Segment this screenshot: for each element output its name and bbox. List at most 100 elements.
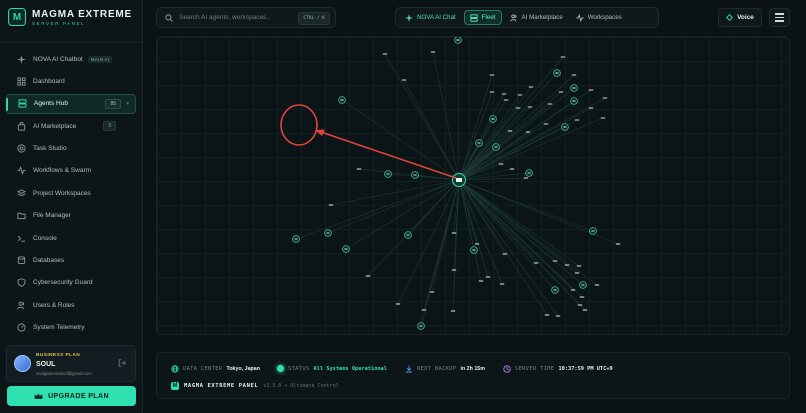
tab-label: AI Marketplace [521, 14, 563, 21]
agent-node[interactable] [551, 286, 559, 294]
agent-node[interactable] [570, 97, 578, 105]
network-edge [341, 99, 460, 181]
time-key: SERVER TIME [515, 366, 555, 372]
agent-node[interactable] [342, 245, 350, 253]
tab-workspaces[interactable]: Workspaces [571, 10, 627, 25]
upgrade-plan-button[interactable]: UPGRADE PLAN [7, 386, 136, 406]
sidebar-item-dashboard[interactable]: Dashboard [6, 71, 136, 91]
search-shortcut: CTRL / K [298, 12, 330, 25]
agent-node[interactable] [561, 123, 569, 131]
search-input[interactable] [179, 14, 297, 21]
status-dot-icon [277, 365, 284, 372]
sidebar-item-databases[interactable]: Databases [6, 251, 136, 271]
agent-node[interactable] [570, 84, 578, 92]
footer-name: MAGMA EXTREME PANEL [184, 383, 259, 389]
sidebar-item-agents-hub[interactable]: Agents Hub 85 ▾ [6, 93, 136, 114]
agent-node[interactable] [579, 281, 587, 289]
brand[interactable]: M MAGMA EXTREME SERVER PANEL [8, 8, 132, 26]
agent-node[interactable] [292, 235, 300, 243]
network-edge [403, 79, 460, 181]
agent-node[interactable] [553, 69, 561, 77]
terminal-icon [17, 234, 26, 243]
sidebar-item-users-roles[interactable]: Users & Roles [6, 295, 136, 315]
database-icon [17, 256, 26, 265]
search-bar[interactable]: CTRL / K [156, 7, 336, 28]
sidebar-item-label: AI Marketplace [33, 122, 77, 130]
menu-icon[interactable] [769, 8, 790, 27]
datacenter-key: DATA CENTER [183, 366, 223, 372]
sidebar-item-label: Console [33, 234, 57, 242]
agent-node[interactable] [338, 96, 346, 104]
agent-node[interactable] [589, 227, 597, 235]
sidebar-item-ai-marketplace[interactable]: AI Marketplace 3 [6, 116, 136, 136]
sidebar-item-workflows-swarm[interactable]: Workflows & Swarm [6, 161, 136, 181]
clock-icon [503, 365, 511, 373]
server-time-stat: SERVER TIME 10:37:59 PM UTC+9 [503, 365, 613, 373]
sidebar-item-task-studio[interactable]: Task Studio [6, 139, 136, 159]
agent-node[interactable] [411, 171, 419, 179]
avatar[interactable] [14, 355, 31, 372]
sidebar-item-cybersecurity-guard[interactable]: Cybersecurity Guard [6, 273, 136, 293]
agent-node[interactable] [525, 169, 533, 177]
network-edge [384, 53, 460, 181]
gauge-icon [17, 323, 26, 332]
plan-card: BUSINESS PLAN SOUL soulgamemarcof@gmail.… [6, 345, 136, 382]
sidebar: M MAGMA EXTREME SERVER PANEL NOVA AI Cha… [0, 0, 143, 413]
sidebar-item-nova-ai-chatbot[interactable]: NOVA AI Chatbot MAIN AI [6, 49, 136, 69]
brand-logo: M [8, 8, 26, 26]
sidebar-item-label: System Telemetry [33, 324, 85, 332]
brand-subtitle: SERVER PANEL [32, 20, 86, 26]
sidebar-nav: NOVA AI Chatbot MAIN AI Dashboard Agents… [6, 49, 136, 340]
hub-node[interactable] [452, 173, 466, 187]
backup-value: in 2h 15m [460, 366, 485, 372]
network-edge [458, 179, 583, 298]
network-edge [458, 179, 586, 311]
network-edge [431, 179, 460, 293]
tab-nova-ai-chat[interactable]: NOVA AI Chat [400, 10, 461, 25]
tab-fleet[interactable]: Fleet [463, 10, 502, 25]
plan-label: BUSINESS PLAN [36, 353, 81, 358]
network-edge [458, 179, 584, 286]
sidebar-item-console[interactable]: Console [6, 228, 136, 248]
network-edge [367, 179, 460, 277]
sidebar-item-label: Dashboard [33, 77, 65, 85]
sidebar-item-label: NOVA AI Chatbot [33, 55, 83, 63]
network-edge [432, 51, 460, 181]
globe-icon [171, 365, 179, 373]
voice-button[interactable]: Voice [718, 8, 762, 27]
sidebar-item-system-telemetry[interactable]: System Telemetry [6, 318, 136, 338]
agent-node[interactable] [324, 229, 332, 237]
sidebar-item-file-manager[interactable]: File Manager [6, 206, 136, 226]
network-edge [457, 39, 460, 181]
agent-node[interactable] [384, 170, 392, 178]
crown-icon [34, 393, 43, 399]
diamond-icon [726, 14, 734, 21]
network-canvas[interactable] [157, 37, 790, 335]
pulse-icon [576, 13, 584, 22]
agent-node[interactable] [492, 143, 500, 151]
status-value: All Systems Operational [313, 365, 387, 372]
sidebar-item-label: Users & Roles [33, 301, 75, 309]
agent-node[interactable] [417, 322, 425, 330]
layers-icon [17, 189, 26, 198]
grid-icon [17, 77, 26, 86]
tab-ai-marketplace[interactable]: AI Marketplace [505, 10, 568, 25]
logout-icon[interactable] [118, 359, 126, 369]
agent-node[interactable] [470, 246, 478, 254]
agent-node[interactable] [404, 231, 412, 239]
agents-count-badge: 85 [105, 98, 121, 109]
brand-title: MAGMA EXTREME [32, 8, 133, 20]
network-edge [458, 107, 519, 181]
pulse-icon [17, 166, 26, 176]
divider [0, 42, 143, 43]
agent-node[interactable] [489, 115, 497, 123]
tab-label: NOVA AI Chat [417, 14, 456, 21]
network-edge [327, 179, 460, 234]
agent-node[interactable] [454, 37, 462, 44]
sidebar-item-project-workspaces[interactable]: Project Workspaces [6, 183, 136, 203]
agent-network-graph[interactable] [156, 36, 790, 335]
agent-node[interactable] [475, 139, 483, 147]
status-key: STATUS [288, 365, 310, 372]
users-icon [509, 14, 516, 21]
sidebar-item-label: File Manager [33, 212, 71, 220]
